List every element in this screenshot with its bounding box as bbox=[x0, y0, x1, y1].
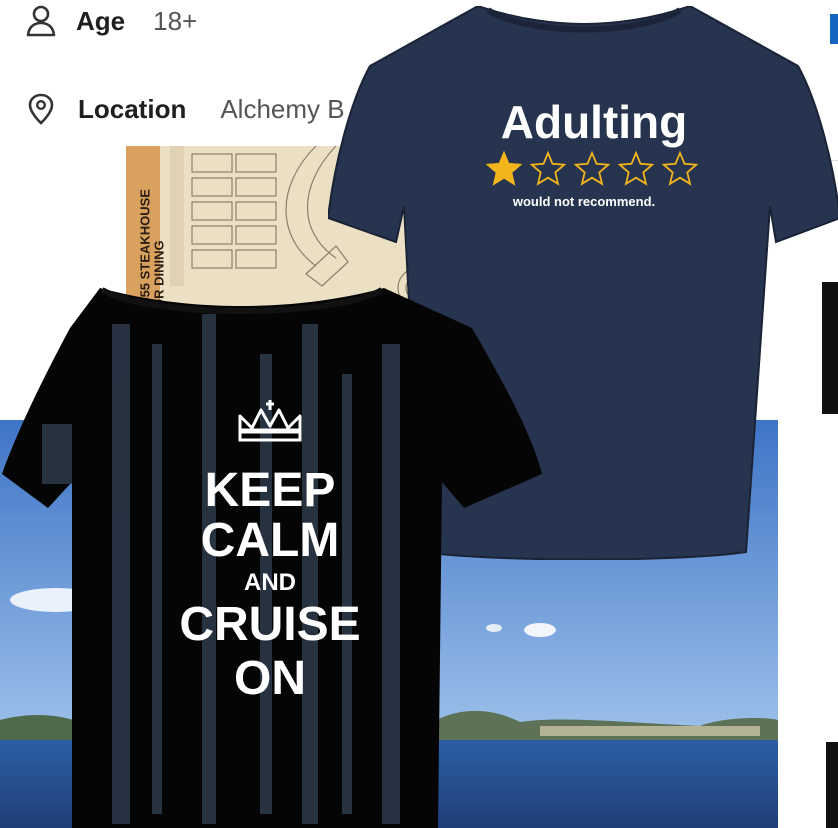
keep-calm-line-3: AND bbox=[244, 569, 296, 596]
navy-shirt-title: Adulting bbox=[501, 96, 688, 148]
location-value: Alchemy B bbox=[220, 93, 345, 124]
keep-calm-line-5: ON bbox=[234, 652, 306, 705]
keep-calm-tshirt: KEEP CALM AND CRUISE ON bbox=[2, 287, 542, 828]
location-row: Location Alchemy B bbox=[24, 92, 345, 126]
age-row: Age 18+ bbox=[24, 4, 197, 38]
age-value: 18+ bbox=[153, 5, 198, 36]
keep-calm-line-2: CALM bbox=[201, 514, 340, 567]
location-pin-icon bbox=[28, 93, 54, 125]
location-label: Location bbox=[78, 93, 187, 124]
age-label: Age bbox=[76, 5, 126, 36]
keep-calm-line-4: CRUISE bbox=[179, 598, 360, 651]
right-edge-photo-2 bbox=[826, 742, 838, 828]
person-icon bbox=[26, 5, 56, 37]
navy-shirt-caption: would not recommend. bbox=[512, 194, 655, 209]
keep-calm-line-1: KEEP bbox=[205, 464, 336, 517]
